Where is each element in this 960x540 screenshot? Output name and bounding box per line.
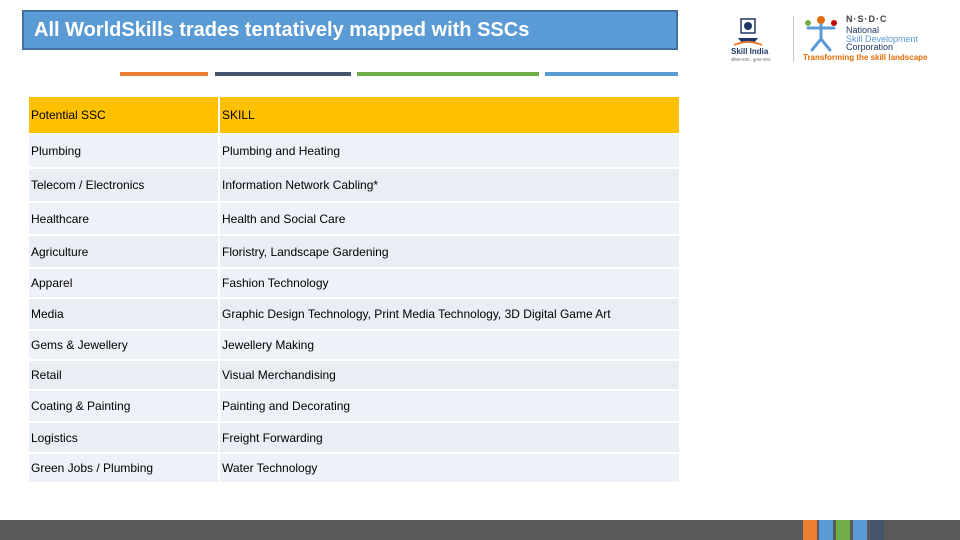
skill-cell: Floristry, Landscape Gardening <box>218 234 681 269</box>
ssc-cell: Coating & Painting <box>27 389 220 423</box>
skill-cell: Water Technology <box>218 452 681 484</box>
ssc-cell: Agriculture <box>27 234 220 269</box>
ssc-cell: Plumbing <box>27 133 220 169</box>
ssc-cell: Apparel <box>27 267 220 299</box>
skill-cell: Jewellery Making <box>218 329 681 361</box>
skill-cell: Plumbing and Heating <box>218 133 681 169</box>
skill-cell: Fashion Technology <box>218 267 681 299</box>
footer-square <box>853 520 867 540</box>
table-row: Coating & Painting Painting and Decorati… <box>27 389 681 423</box>
table-row: Agriculture Floristry, Landscape Gardeni… <box>27 234 681 269</box>
ssc-cell: Logistics <box>27 421 220 454</box>
accent-stripe-blue <box>545 72 678 76</box>
skill-cell: Freight Forwarding <box>218 421 681 454</box>
footer-square <box>803 520 817 540</box>
table-header-row: Potential SSC SKILL <box>27 95 681 135</box>
skill-cell: Health and Social Care <box>218 201 681 236</box>
logo-divider <box>793 16 794 62</box>
table-row: Media Graphic Design Technology, Print M… <box>27 297 681 331</box>
nsdc-people-icon <box>805 16 837 52</box>
table-row: Healthcare Health and Social Care <box>27 201 681 236</box>
table-row: Green Jobs / Plumbing Water Technology <box>27 452 681 484</box>
table-row: Telecom / Electronics Information Networ… <box>27 167 681 203</box>
skill-cell: Information Network Cabling* <box>218 167 681 203</box>
skill-cell: Visual Merchandising <box>218 359 681 391</box>
ssc-cell: Healthcare <box>27 201 220 236</box>
skill-cell: Painting and Decorating <box>218 389 681 423</box>
accent-stripe-green <box>357 72 539 76</box>
footer-square <box>836 520 850 540</box>
table-row: Plumbing Plumbing and Heating <box>27 133 681 169</box>
ssc-cell: Gems & Jewellery <box>27 329 220 361</box>
ssc-cell: Green Jobs / Plumbing <box>27 452 220 484</box>
table-row: Apparel Fashion Technology <box>27 267 681 299</box>
table-row: Logistics Freight Forwarding <box>27 421 681 454</box>
table-row: Gems & Jewellery Jewellery Making <box>27 329 681 361</box>
footer-square <box>870 520 884 540</box>
ssc-skill-table: Potential SSC SKILL Plumbing Plumbing an… <box>27 95 681 484</box>
nsdc-tagline: Transforming the skill landscape <box>803 53 928 62</box>
skill-cell: Graphic Design Technology, Print Media T… <box>218 297 681 331</box>
slide-title: All WorldSkills trades tentatively mappe… <box>22 10 678 50</box>
accent-stripe-navy <box>215 72 351 76</box>
ssc-cell: Media <box>27 297 220 331</box>
skill-india-tagline: कौशल भारत - कुशल भारत <box>731 57 771 62</box>
nsdc-name-line3: Corporation <box>846 42 894 52</box>
accent-stripe-orange <box>120 72 208 76</box>
column-header-skill: SKILL <box>218 95 681 135</box>
skill-india-wordmark: Skill India <box>731 47 769 56</box>
table-row: Retail Visual Merchandising <box>27 359 681 391</box>
nsdc-abbreviation: N·S·D·C <box>846 14 888 24</box>
footer-square <box>819 520 833 540</box>
ssc-cell: Telecom / Electronics <box>27 167 220 203</box>
column-header-ssc: Potential SSC <box>27 95 220 135</box>
ssc-cell: Retail <box>27 359 220 391</box>
